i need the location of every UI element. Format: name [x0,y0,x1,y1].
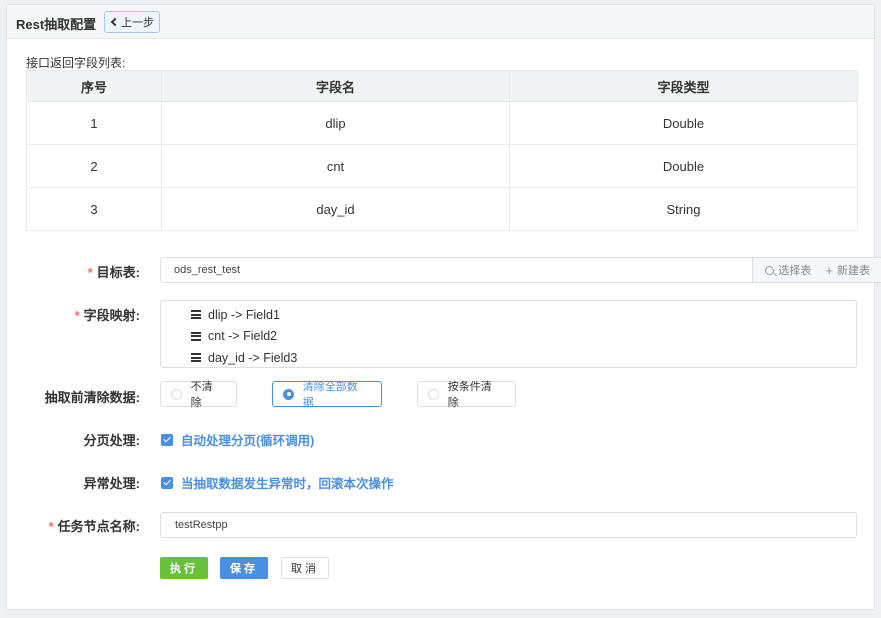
radio-no-clean[interactable]: 不清除 [160,381,237,409]
target-table-label-text: 目标表: [96,265,140,280]
radio-clean-all[interactable]: 清除全部数据 [272,381,382,409]
cell-index: 3 [26,187,162,231]
mapping-item-label: day_id -> Field3 [208,350,298,365]
target-table-value: ods_rest_test [174,264,241,276]
exception-checkbox-row[interactable]: 当抽取数据发生异常时，回滚本次操作 [161,473,394,492]
task-name-value: testRestpp [175,519,228,531]
field-mapping-list: dlip -> Field1 cnt -> Field2 day_id -> F… [160,300,857,368]
mapping-item[interactable]: cnt -> Field2 [161,326,856,348]
exception-label: 异常处理: [83,476,140,491]
fields-table-caption: 接口返回字段列表: [26,56,126,70]
target-table-label: * 目标表: [88,262,140,281]
drag-handle-icon[interactable] [191,353,201,363]
page-title: Rest抽取配置 [16,17,97,32]
chevron-left-icon [110,17,120,27]
table-row: 3 day_id String [26,187,858,231]
task-name-input[interactable]: testRestpp [160,512,857,538]
mapping-item[interactable]: day_id -> Field3 [161,347,856,369]
back-button[interactable]: 上一步 [104,11,160,33]
paging-checkbox-label: 自动处理分页(循环调用) [181,434,315,448]
panel-header: Rest抽取配置 上一步 [7,5,874,39]
select-table-label: 选择表 [778,265,812,277]
cell-field-name: cnt [161,144,510,188]
radio-circle-icon [171,388,182,400]
column-header-index: 序号 [26,70,162,102]
cell-field-name: dlip [161,101,510,145]
cell-field-type: Double [509,101,858,145]
table-header-row: 序号 字段名 字段类型 [26,70,858,102]
pre-clean-label: 抽取前清除数据: [44,390,140,405]
cell-index: 1 [26,101,162,145]
run-button[interactable]: 执行 [160,557,208,579]
mapping-item[interactable]: dlip -> Field1 [161,304,856,326]
cancel-button[interactable]: 取消 [281,557,329,579]
config-panel: Rest抽取配置 上一步 接口返回字段列表: 序号 字段名 字段类型 1 dli… [6,4,881,610]
radio-label: 不清除 [190,381,213,409]
task-name-label-text: 任务节点名称: [57,519,140,534]
paging-checkbox-row[interactable]: 自动处理分页(循环调用) [161,430,314,449]
radio-circle-icon [428,388,439,400]
mapping-item-label: cnt -> Field2 [208,329,278,344]
paging-label: 分页处理: [83,433,140,448]
cell-index: 2 [26,144,162,188]
radio-label: 按条件清除 [447,381,492,409]
required-mark: * [74,308,80,323]
cell-field-type: Double [509,144,858,188]
radio-checked-icon [283,388,294,400]
column-header-field-name: 字段名 [161,70,510,102]
checkbox-checked-icon[interactable] [161,433,173,446]
column-header-field-type: 字段类型 [509,70,858,102]
required-mark: * [48,519,54,534]
plus-icon: + [825,262,833,278]
task-name-label: * 任务节点名称: [49,516,140,535]
create-table-button[interactable]: + 新建表 [825,262,870,278]
exception-checkbox-label: 当抽取数据发生异常时，回滚本次操作 [181,477,394,491]
checkbox-checked-icon[interactable] [161,476,173,489]
save-button[interactable]: 保存 [220,557,268,579]
drag-handle-icon[interactable] [191,331,201,341]
back-button-label: 上一步 [121,17,154,29]
target-table-input[interactable]: ods_rest_test 选择表 + 新建表 [160,257,881,283]
field-mapping-label-text: 字段映射: [83,308,140,323]
radio-conditional-clean[interactable]: 按条件清除 [417,381,516,409]
cell-field-name: day_id [161,187,510,231]
cell-field-type: String [509,187,858,231]
fields-table: 序号 字段名 字段类型 1 dlip Double 2 cnt Double 3… [26,70,858,231]
field-mapping-label: * 字段映射: [75,305,140,324]
table-row: 1 dlip Double [26,101,858,145]
target-table-addon: 选择表 + 新建表 [752,258,881,282]
mapping-item-label: dlip -> Field1 [208,307,280,322]
table-row: 2 cnt Double [26,144,858,188]
search-icon [765,265,775,275]
create-table-label: 新建表 [837,265,870,277]
radio-label: 清除全部数据 [302,381,358,409]
required-mark: * [87,265,93,280]
select-table-button[interactable]: 选择表 [765,262,811,278]
drag-handle-icon[interactable] [191,310,201,320]
